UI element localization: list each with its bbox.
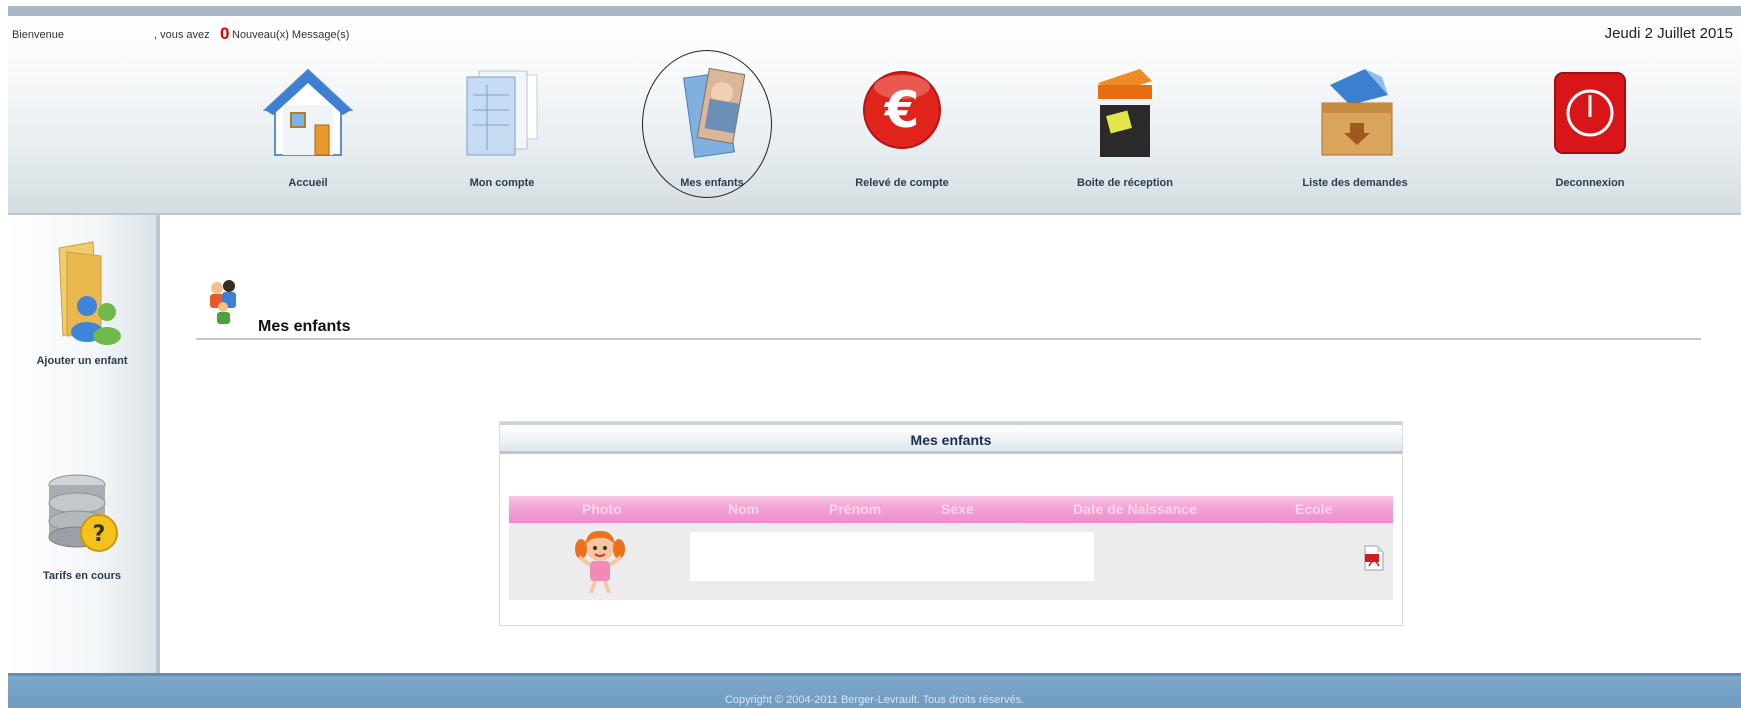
nav-label: Deconnexion <box>1555 177 1625 189</box>
nav-label: Mon compte <box>469 177 535 189</box>
power-icon <box>1554 72 1626 154</box>
nav-accueil[interactable]: Accueil <box>223 55 393 200</box>
request-box-icon <box>1321 69 1393 156</box>
nav-deconnexion[interactable]: Deconnexion <box>1505 55 1675 200</box>
pdf-icon[interactable] <box>1363 544 1385 572</box>
nav-label: Accueil <box>288 177 328 189</box>
current-date: Jeudi 2 Juillet 2015 <box>1604 25 1733 42</box>
girl-avatar-icon <box>575 530 625 594</box>
svg-text:?: ? <box>93 522 106 547</box>
panel-title: Mes enfants <box>910 432 992 448</box>
nav-label: Relevé de compte <box>855 177 949 189</box>
table-row[interactable] <box>509 523 1393 600</box>
nav-liste-des-demandes[interactable]: Liste des demandes <box>1270 55 1440 200</box>
column-header-date-naissance: Date de Naissance <box>1073 501 1197 517</box>
child-info-cell <box>690 532 1094 581</box>
column-header-nom: Nom <box>728 501 760 517</box>
sidebar: Ajouter un enfant ? Tarifs en cours <box>8 215 160 673</box>
column-header-photo: Photo <box>582 501 622 517</box>
selected-nav-circle <box>642 50 772 198</box>
inbox-icon <box>1098 69 1152 157</box>
nav-releve-de-compte[interactable]: € Relevé de compte <box>817 55 987 200</box>
folder-users-icon <box>58 241 121 345</box>
family-icon <box>206 277 240 330</box>
children-panel: Mes enfants Photo Nom Prénom Sexe Date d… <box>499 421 1403 626</box>
you-have-text: , vous avez <box>154 29 210 41</box>
house-icon <box>263 68 353 156</box>
sidebar-item-ajouter-enfant[interactable]: Ajouter un enfant <box>8 240 156 367</box>
column-header-ecole: Ecole <box>1295 501 1333 517</box>
nav-boite-de-reception[interactable]: Boite de réception <box>1040 55 1210 200</box>
database-question-icon: ? <box>48 474 118 552</box>
page-title-divider <box>196 338 1701 340</box>
sidebar-item-label: Ajouter un enfant <box>36 355 128 367</box>
svg-text:€: € <box>884 81 920 139</box>
nav-mon-compte[interactable]: Mon compte <box>417 55 587 200</box>
copyright-text: Copyright © 2004-2011 Berger-Levrault. T… <box>724 694 1025 706</box>
table-header: Photo Nom Prénom Sexe Date de Naissance … <box>509 496 1393 523</box>
panel-header: Mes enfants <box>500 422 1402 454</box>
new-message-count[interactable]: 0 <box>220 24 229 44</box>
column-header-prenom: Prénom <box>829 501 882 517</box>
top-stripe <box>8 6 1741 16</box>
page-title: Mes enfants <box>258 318 351 335</box>
nav-label: Boite de réception <box>1077 177 1173 189</box>
nav-label: Liste des demandes <box>1302 177 1408 189</box>
sidebar-item-label: Tarifs en cours <box>42 570 122 582</box>
euro-icon: € <box>863 71 941 149</box>
footer: Copyright © 2004-2011 Berger-Levrault. T… <box>8 673 1741 708</box>
welcome-text: Bienvenue <box>12 29 64 41</box>
documents-icon <box>466 70 538 156</box>
new-messages-link[interactable]: Nouveau(x) Message(s) <box>232 29 349 41</box>
sidebar-item-tarifs[interactable]: ? Tarifs en cours <box>8 465 156 582</box>
column-header-sexe: Sexe <box>941 501 974 517</box>
